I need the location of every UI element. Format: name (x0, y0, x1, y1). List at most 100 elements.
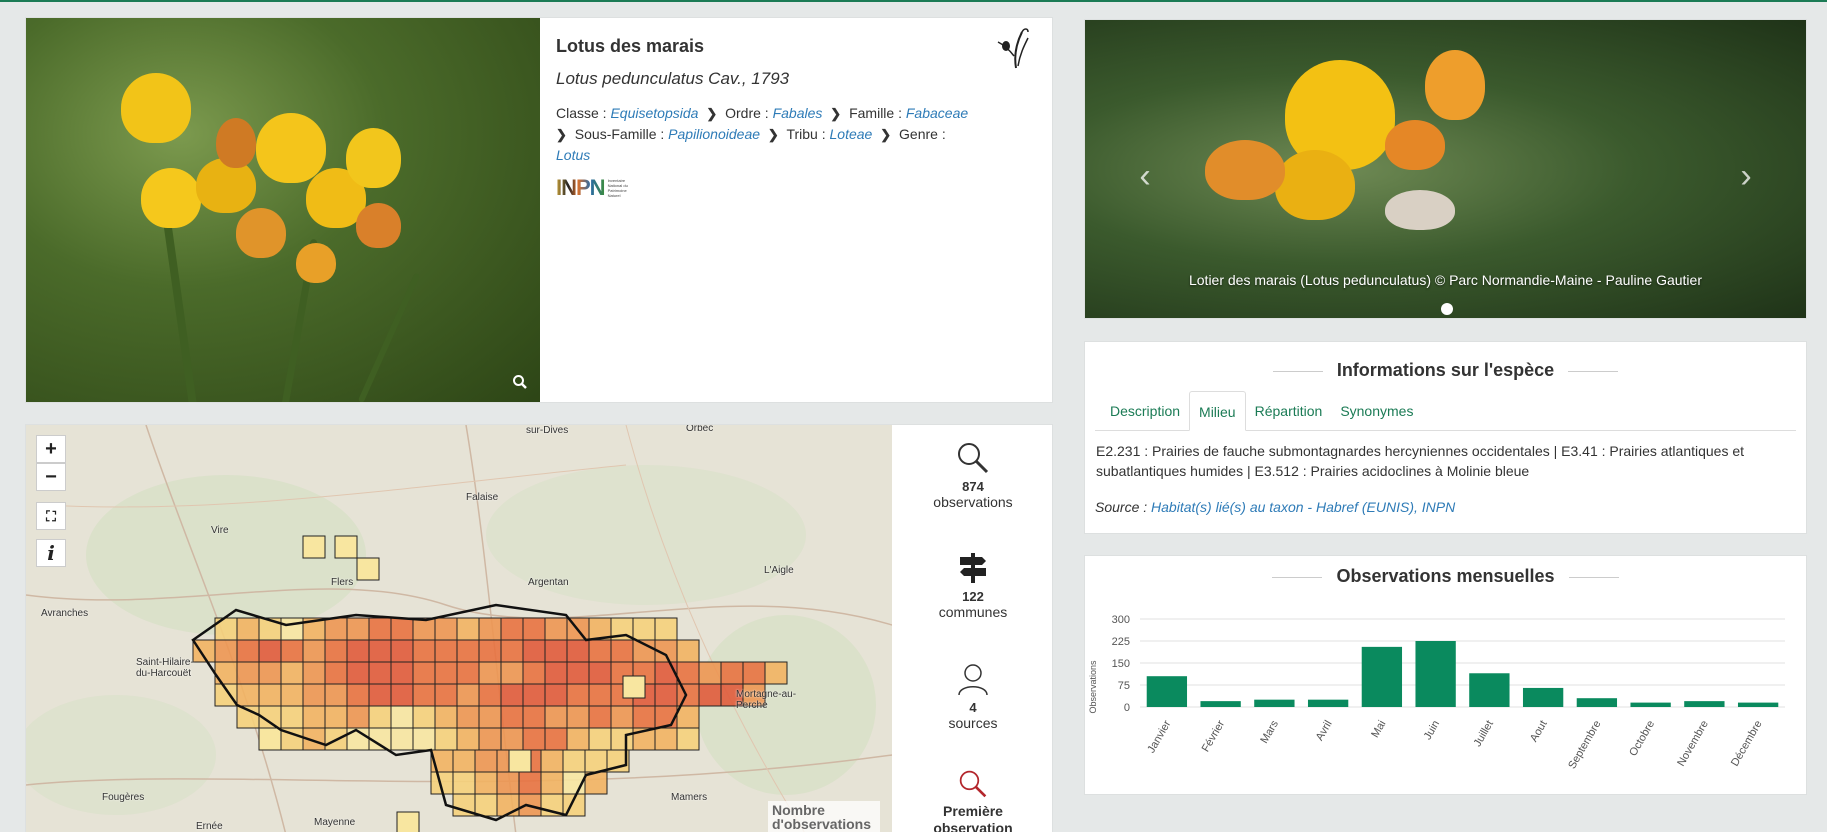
classe-link[interactable]: Equisetopsida (610, 105, 698, 121)
grid-cell[interactable] (452, 771, 476, 795)
grid-cell[interactable] (522, 661, 546, 685)
grid-cell[interactable] (522, 705, 546, 729)
grid-cell[interactable] (566, 727, 590, 751)
info-button[interactable]: i (36, 539, 66, 567)
grid-cell[interactable] (214, 639, 238, 663)
grid-cell[interactable] (742, 661, 766, 685)
grid-cell[interactable] (698, 661, 722, 685)
grid-cell[interactable] (496, 771, 520, 795)
zoom-out-button[interactable]: − (36, 463, 66, 491)
grid-cell[interactable] (346, 617, 370, 641)
grid-cell[interactable] (324, 661, 348, 685)
grid-cell[interactable] (588, 639, 612, 663)
grid-cell[interactable] (434, 639, 458, 663)
inpn-logo[interactable]: INPN Inventaire National du Patrimoine N… (556, 175, 1038, 201)
grid-cell[interactable] (478, 639, 502, 663)
grid-cell[interactable] (720, 661, 744, 685)
grid-cell[interactable] (522, 617, 546, 641)
grid-cell[interactable] (676, 661, 700, 685)
grid-cell[interactable] (544, 705, 568, 729)
grid-cell[interactable] (390, 639, 414, 663)
grid-cell[interactable] (368, 683, 392, 707)
grid-cell[interactable] (324, 617, 348, 641)
grid-cell[interactable] (390, 727, 414, 751)
grid-cell[interactable] (584, 749, 608, 773)
grid-cell[interactable] (456, 617, 480, 641)
tribu-link[interactable]: Loteae (830, 126, 873, 142)
grid-cell[interactable] (236, 661, 260, 685)
grid-cell[interactable] (258, 727, 282, 751)
grid-cell[interactable] (258, 661, 282, 685)
grid-cell[interactable] (390, 705, 414, 729)
grid-cell[interactable] (324, 639, 348, 663)
grid-cell[interactable] (452, 749, 476, 773)
grid-cell[interactable] (356, 557, 380, 581)
grid-cell[interactable] (610, 705, 634, 729)
grid-cell[interactable] (280, 639, 304, 663)
grid-cell[interactable] (478, 661, 502, 685)
grid-cell[interactable] (236, 683, 260, 707)
sous-famille-link[interactable]: Papilionoideae (668, 126, 760, 142)
carousel-indicator[interactable] (1441, 303, 1453, 315)
grid-cell[interactable] (566, 661, 590, 685)
photo-carousel[interactable]: ‹ › Lotier des marais (Lotus pedunculatu… (1084, 19, 1807, 319)
grid-cell[interactable] (434, 705, 458, 729)
grid-cell[interactable] (280, 617, 304, 641)
grid-cell[interactable] (346, 661, 370, 685)
grid-cell[interactable] (478, 617, 502, 641)
grid-cell[interactable] (396, 811, 420, 832)
grid-cell[interactable] (610, 639, 634, 663)
grid-cell[interactable] (698, 683, 722, 707)
grid-cell[interactable] (654, 683, 678, 707)
grid-cell[interactable] (632, 617, 656, 641)
grid-cell[interactable] (478, 727, 502, 751)
grid-cell[interactable] (540, 749, 564, 773)
grid-cell[interactable] (588, 683, 612, 707)
grid-cell[interactable] (654, 727, 678, 751)
grid-cell[interactable] (540, 771, 564, 795)
grid-cell[interactable] (412, 639, 436, 663)
grid-cell[interactable] (500, 727, 524, 751)
grid-cell[interactable] (456, 661, 480, 685)
grid-cell[interactable] (478, 683, 502, 707)
grid-cell[interactable] (500, 683, 524, 707)
grid-cell[interactable] (324, 683, 348, 707)
grid-cell[interactable] (522, 683, 546, 707)
grid-cell[interactable] (544, 661, 568, 685)
fullscreen-button[interactable]: ⛶ (36, 502, 66, 530)
grid-cell[interactable] (544, 617, 568, 641)
grid-cell[interactable] (676, 705, 700, 729)
grid-cell[interactable] (280, 683, 304, 707)
grid-cell[interactable] (390, 617, 414, 641)
grid-cell[interactable] (302, 683, 326, 707)
grid-cell[interactable] (500, 705, 524, 729)
grid-cell[interactable] (334, 535, 358, 559)
grid-cell[interactable] (474, 749, 498, 773)
grid-cell[interactable] (368, 639, 392, 663)
grid-cell[interactable] (610, 727, 634, 751)
grid-cell[interactable] (500, 617, 524, 641)
grid-cell[interactable] (456, 705, 480, 729)
grid-cell[interactable] (562, 749, 586, 773)
grid-cell[interactable] (588, 727, 612, 751)
grid-cell[interactable] (302, 705, 326, 729)
grid-cell[interactable] (522, 639, 546, 663)
species-photo[interactable] (26, 18, 540, 402)
tab-repartition[interactable]: Répartition (1246, 391, 1332, 430)
grid-cell[interactable] (346, 705, 370, 729)
source-link[interactable]: Habitat(s) lié(s) au taxon - Habref (EUN… (1151, 499, 1455, 515)
grid-cell[interactable] (214, 661, 238, 685)
grid-cell[interactable] (368, 661, 392, 685)
grid-cell[interactable] (474, 771, 498, 795)
grid-cell[interactable] (368, 617, 392, 641)
grid-cell[interactable] (676, 727, 700, 751)
ordre-link[interactable]: Fabales (773, 105, 823, 121)
grid-cell[interactable] (280, 705, 304, 729)
grid-cell[interactable] (390, 683, 414, 707)
tab-description[interactable]: Description (1101, 391, 1189, 430)
grid-cell[interactable] (258, 683, 282, 707)
grid-cell[interactable] (434, 727, 458, 751)
tab-synonymes[interactable]: Synonymes (1331, 391, 1422, 430)
grid-cell[interactable] (346, 639, 370, 663)
grid-cell[interactable] (302, 639, 326, 663)
